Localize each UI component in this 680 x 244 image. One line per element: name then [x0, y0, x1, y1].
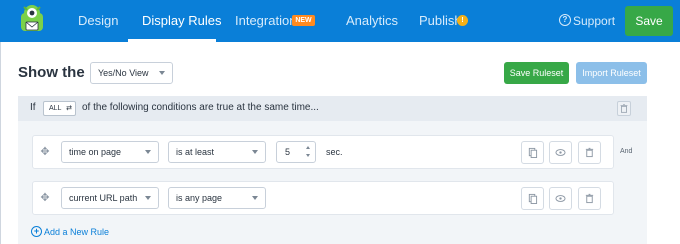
chevron-down-icon	[145, 150, 151, 154]
left-frame-border	[0, 42, 1, 244]
rule-1-field-value: time on page	[69, 147, 122, 157]
tab-design[interactable]: Design	[78, 0, 118, 42]
import-ruleset-button[interactable]: Import Ruleset	[576, 62, 647, 84]
view-select[interactable]: Yes/No View	[90, 62, 173, 84]
tab-analytics[interactable]: Analytics	[346, 0, 398, 42]
condition-text: of the following conditions are true at …	[82, 102, 319, 113]
swap-arrows-icon: ⇄	[66, 105, 73, 112]
trash-icon[interactable]	[578, 187, 601, 210]
chevron-down-icon	[159, 71, 165, 75]
show-the-heading: Show the	[18, 64, 85, 81]
support-link[interactable]: Support	[573, 0, 615, 42]
tab-display-rules[interactable]: Display Rules	[142, 0, 221, 42]
stepper-down-icon[interactable]	[306, 154, 310, 157]
rule-1-operator-value: is at least	[176, 147, 215, 157]
add-rule-label: Add a New Rule	[44, 227, 110, 237]
drag-move-icon[interactable]: ✥	[40, 147, 50, 158]
rule-2-field-select[interactable]: current URL path	[61, 187, 159, 209]
match-mode-select[interactable]: ALL ⇄	[43, 101, 76, 116]
chevron-down-icon	[252, 196, 258, 200]
trash-icon[interactable]	[578, 141, 601, 164]
rule-1-value-input[interactable]: 5	[276, 141, 316, 163]
monster-logo-icon[interactable]	[15, 3, 49, 37]
delete-ruleset-icon[interactable]	[617, 101, 631, 116]
top-navigation-bar: Design Display Rules Integrations NEW An…	[0, 0, 680, 42]
duplicate-icon[interactable]	[521, 187, 544, 210]
if-label: If	[30, 102, 36, 113]
view-select-value: Yes/No View	[98, 68, 149, 78]
rule-1-unit: sec.	[326, 147, 343, 157]
rule-2-operator-select[interactable]: is any page	[168, 187, 266, 209]
plus-circle-icon: +	[31, 226, 42, 237]
duplicate-icon[interactable]	[521, 141, 544, 164]
new-badge: NEW	[292, 15, 315, 26]
match-mode-value: ALL	[49, 105, 62, 112]
stepper-up-icon[interactable]	[306, 146, 310, 149]
tab-publish[interactable]: Publish	[419, 0, 462, 42]
eye-icon[interactable]	[549, 187, 572, 210]
chevron-down-icon	[252, 150, 258, 154]
chevron-down-icon	[145, 196, 151, 200]
rule-1-field-select[interactable]: time on page	[61, 141, 159, 163]
help-circle-icon[interactable]: ?	[559, 14, 571, 26]
rule-2-operator-value: is any page	[176, 193, 223, 203]
save-button[interactable]: Save	[625, 6, 673, 36]
and-connector-label: And	[620, 148, 633, 155]
drag-move-icon[interactable]: ✥	[40, 193, 50, 204]
rule-2-field-value: current URL path	[69, 193, 138, 203]
rule-1-operator-select[interactable]: is at least	[168, 141, 266, 163]
publish-alert-badge: !	[457, 15, 468, 26]
eye-icon[interactable]	[549, 141, 572, 164]
rule-1-value: 5	[285, 147, 291, 157]
save-ruleset-button[interactable]: Save Ruleset	[504, 62, 569, 84]
